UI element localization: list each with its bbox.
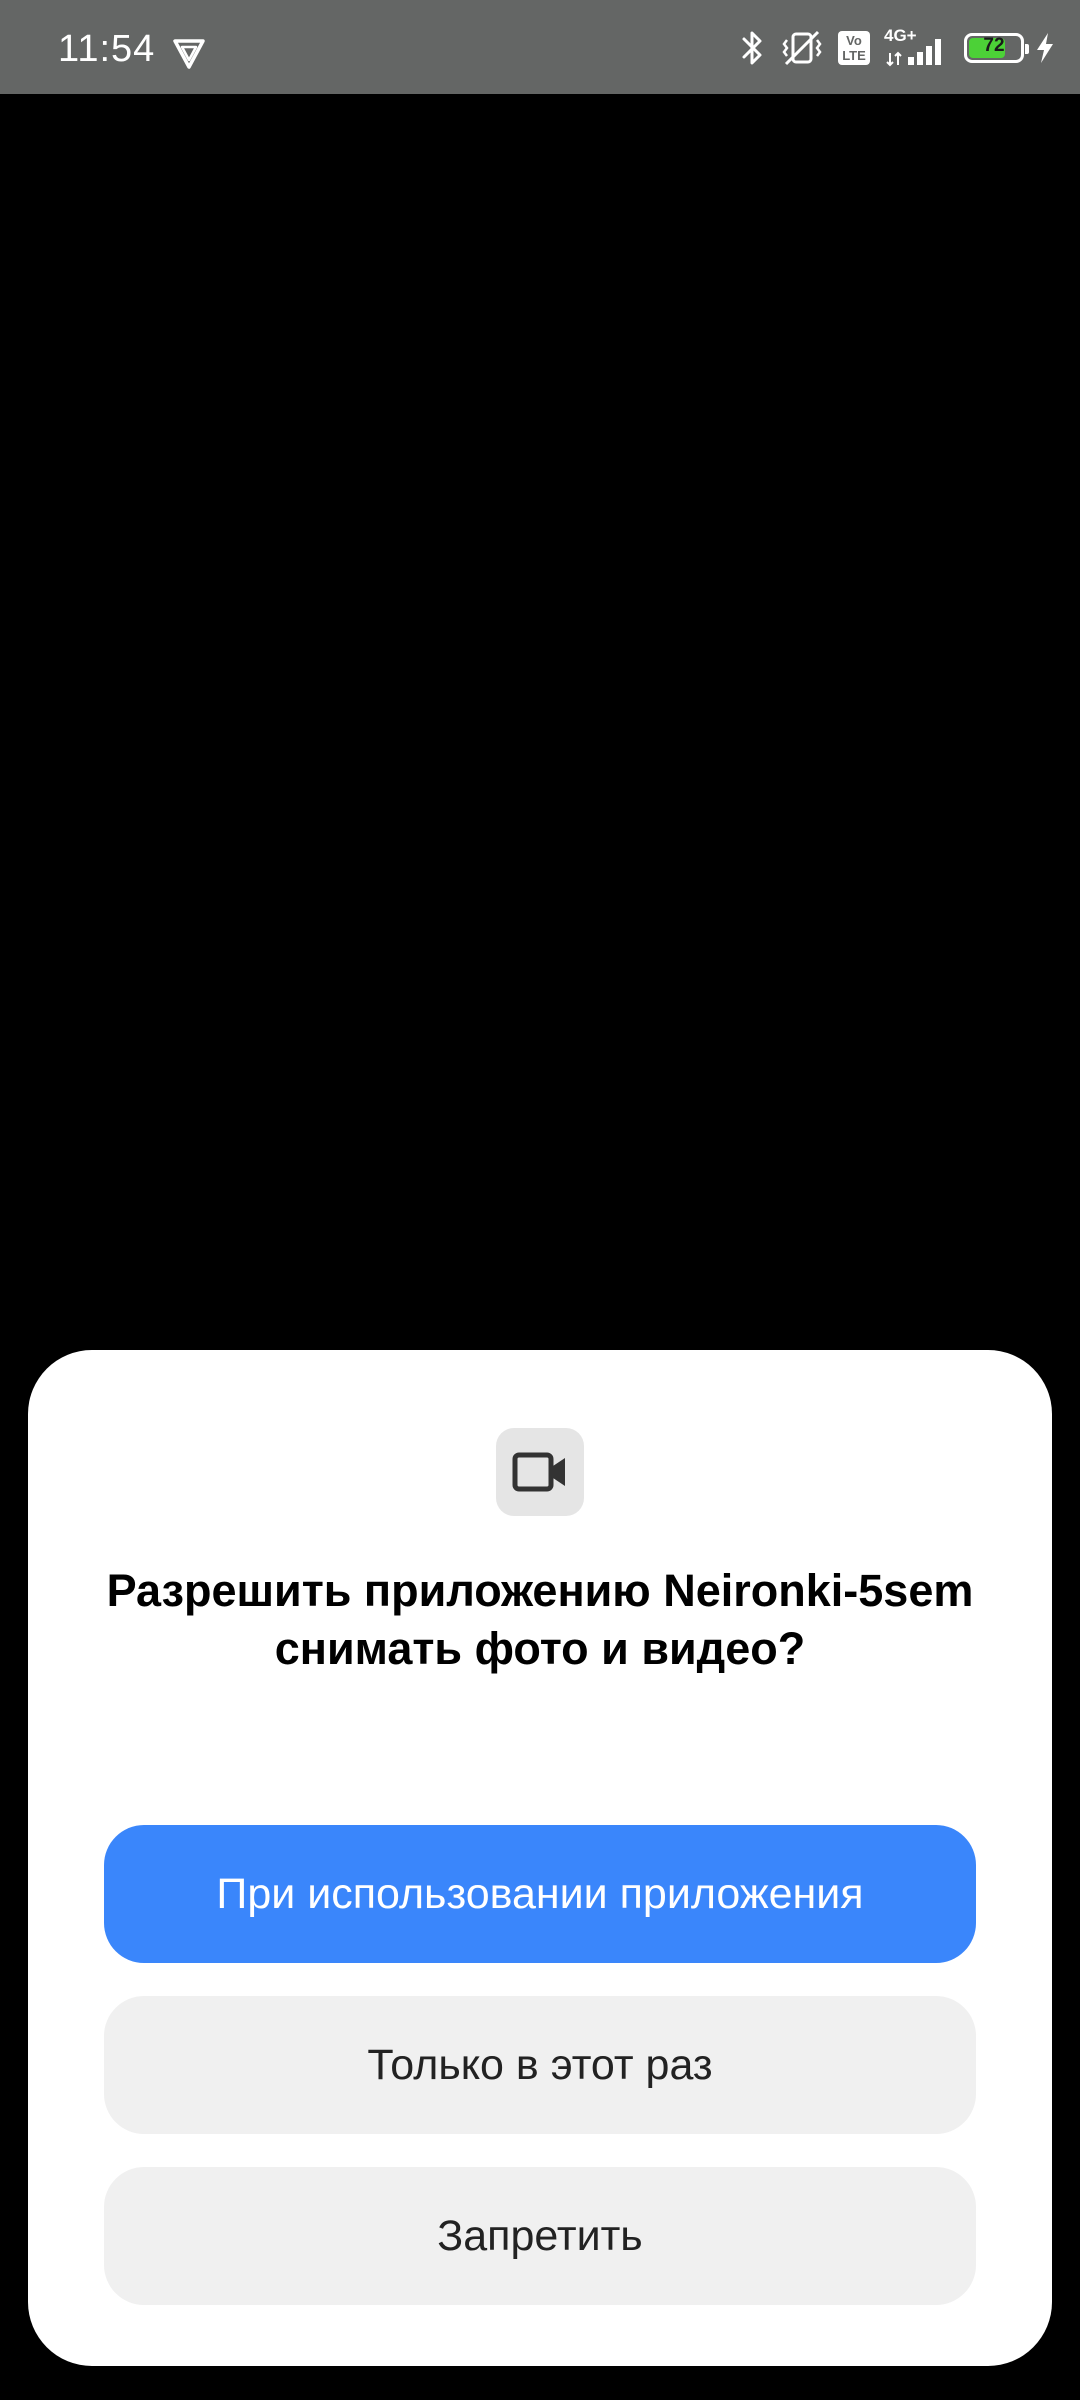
- video-camera-icon: [512, 1452, 565, 1492]
- battery-level: 72: [983, 35, 1005, 56]
- status-bar: 11:54 Vo LTE 4G+ 72: [0, 0, 1080, 94]
- permission-icon-container: [496, 1428, 584, 1516]
- status-time: 11:54: [58, 28, 156, 70]
- allow-once-button[interactable]: Только в этот раз: [104, 1996, 976, 2134]
- screen: 11:54 Vo LTE 4G+ 72 Разрешить приложению…: [0, 0, 1080, 2400]
- permission-dialog: Разрешить приложению Neironki-5sem снима…: [28, 1350, 1052, 2366]
- charging-icon: [1037, 33, 1053, 63]
- battery-nub: [1025, 44, 1029, 54]
- vibrate-mute-icon: [782, 30, 822, 66]
- volte-label-bottom: LTE: [842, 48, 866, 63]
- volte-label-top: Vo: [846, 33, 862, 48]
- volte-icon: Vo LTE: [838, 31, 870, 65]
- deny-button[interactable]: Запретить: [104, 2167, 976, 2305]
- status-icons: Vo LTE 4G+ 72: [726, 27, 1056, 68]
- signal-icon: 4G+: [884, 27, 950, 67]
- dialog-title: Разрешить приложению Neironki-5sem снима…: [106, 1565, 974, 1674]
- allow-while-using-button[interactable]: При использовании приложения: [104, 1825, 976, 1963]
- vpn-icon: [173, 39, 205, 69]
- battery-icon: 72: [964, 33, 1029, 63]
- bluetooth-icon: [742, 31, 762, 65]
